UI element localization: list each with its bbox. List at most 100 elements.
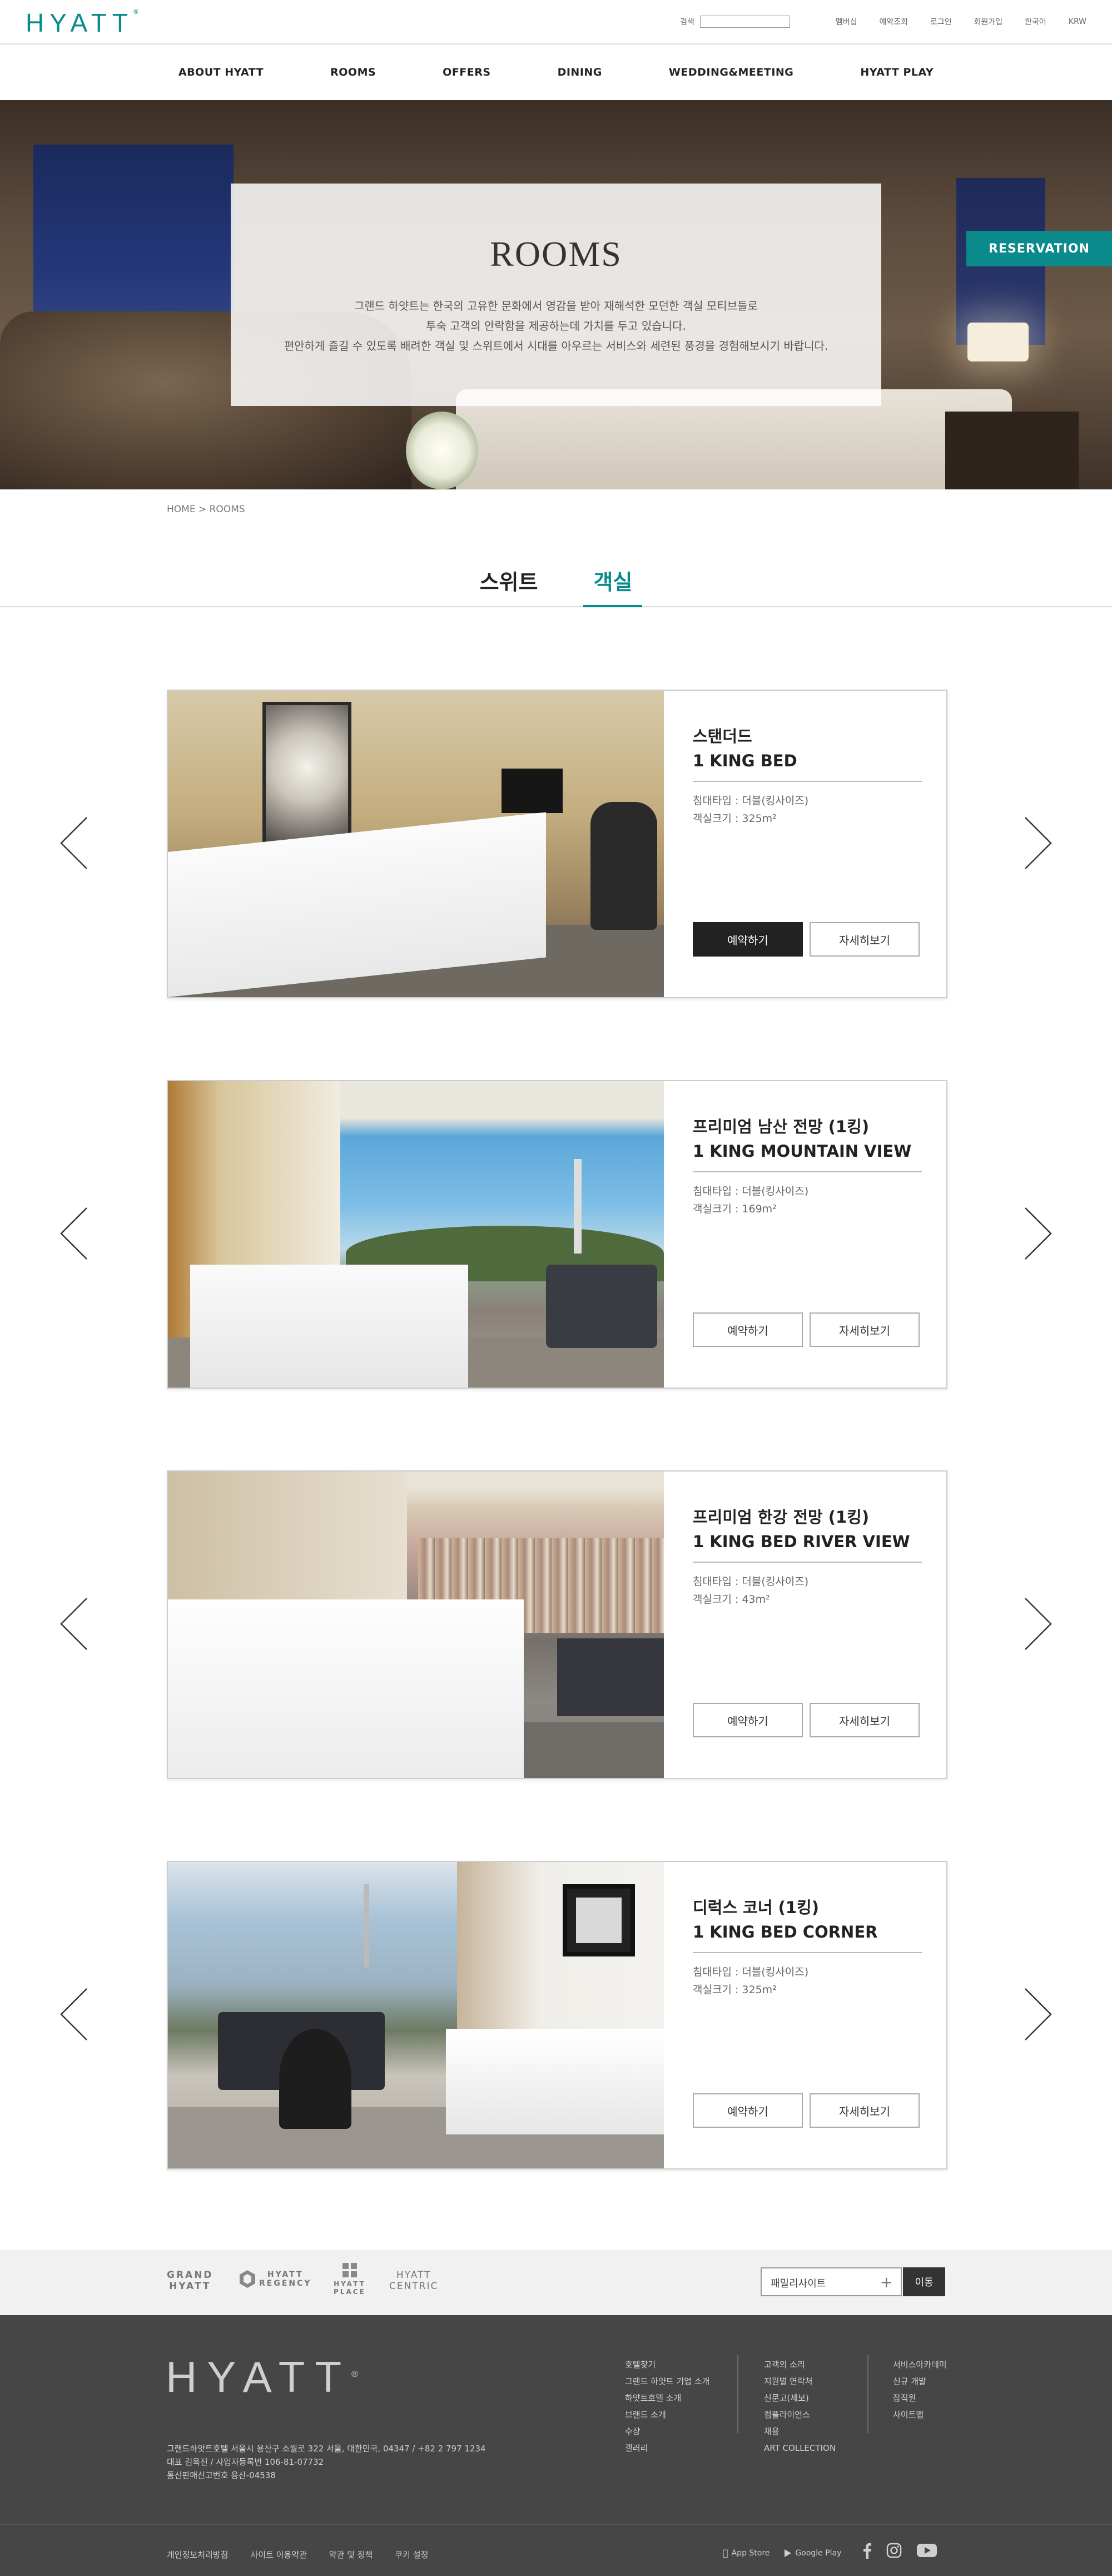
footer-hyatt-logo[interactable]: HYATT®	[166, 2352, 358, 2402]
footer-link[interactable]: 호텔찾기	[625, 2356, 709, 2373]
footer-link[interactable]: 서비스아카데미	[893, 2356, 947, 2373]
tab-rooms[interactable]: 객실	[583, 562, 643, 607]
search-input[interactable]	[699, 16, 790, 28]
footer-link[interactable]: 수상	[625, 2423, 709, 2440]
footer-link[interactable]: 신규 개발	[893, 2373, 947, 2390]
login-link[interactable]: 로그인	[930, 16, 952, 27]
plus-icon: +	[880, 2273, 893, 2291]
details-button[interactable]: 자세히보기	[810, 1312, 920, 1347]
reservation-button[interactable]: RESERVATION	[966, 231, 1112, 266]
address-line-1: 그랜드하얏트호텔 서울시 용산구 소월로 322 서울, 대한민국, 04347…	[167, 2444, 486, 2454]
book-button[interactable]: 예약하기	[693, 1703, 803, 1737]
family-site-go-button[interactable]: 이동	[903, 2267, 945, 2296]
details-button[interactable]: 자세히보기	[810, 922, 920, 957]
room-bed-type: 침대타입 : 더블(킹사이즈)	[693, 1576, 809, 1588]
breadcrumb: HOME > ROOMS	[167, 504, 245, 515]
footer-bottom-links: 개인정보처리방침 사이트 이용약관 약관 및 정책 쿠키 설정	[167, 2549, 450, 2560]
footer-link[interactable]: 컴플라이언스	[764, 2406, 836, 2423]
membership-link[interactable]: 멤버십	[836, 16, 857, 27]
footer-link[interactable]: 사이트맵	[893, 2406, 947, 2423]
currency-select[interactable]: KRW	[1069, 17, 1086, 26]
prev-arrow-icon[interactable]	[58, 1596, 91, 1652]
reservation-lookup-link[interactable]: 예약조회	[879, 16, 908, 27]
prev-arrow-icon[interactable]	[58, 1206, 91, 1261]
hyatt-logo[interactable]: HYATT®	[26, 8, 138, 38]
cookie-settings-link[interactable]: 쿠키 설정	[395, 2549, 428, 2560]
room-name-en: 1 KING BED	[693, 751, 797, 770]
footer-link[interactable]: 그랜드 하얏트 기업 소개	[625, 2373, 709, 2390]
youtube-icon[interactable]	[916, 2543, 937, 2558]
hero-desc-line-3: 편안하게 즐길 수 있도록 배려한 객실 및 스위트에서 시대를 아우르는 서비…	[284, 339, 828, 353]
google-play-link[interactable]: Google Play	[784, 2549, 841, 2558]
room-photo[interactable]	[168, 1472, 664, 1778]
hero-banner: ROOMS 그랜드 하얏트는 한국의 고유한 문화에서 영감을 받아 재해석한 …	[0, 100, 1112, 489]
terms-of-use-link[interactable]: 사이트 이용약관	[250, 2549, 306, 2560]
next-arrow-icon[interactable]	[1021, 1206, 1054, 1261]
app-store-links: App Store Google Play	[723, 2548, 856, 2558]
book-button[interactable]: 예약하기	[693, 2093, 803, 2128]
nav-rooms[interactable]: ROOMS	[330, 66, 376, 78]
language-select[interactable]: 한국어	[1025, 16, 1046, 27]
regency-hexagon-icon	[240, 2270, 255, 2288]
grand-hyatt-logo[interactable]: GRAND HYATT	[167, 2270, 214, 2292]
prev-arrow-icon[interactable]	[58, 1987, 91, 2042]
logo-text: HYATT	[26, 8, 133, 37]
footer-link[interactable]: ART COLLECTION	[764, 2440, 836, 2456]
nav-wedding-meeting[interactable]: WEDDING&MEETING	[669, 66, 794, 78]
signup-link[interactable]: 회원가입	[974, 16, 1003, 27]
book-button[interactable]: 예약하기	[693, 1312, 803, 1347]
footer-col-2: 고객의 소리 지원별 연락처 신문고(제보) 컴플라이언스 채용 ART COL…	[764, 2356, 836, 2456]
room-info: 디럭스 코너 (1킹) 1 KING BED CORNER 침대타입 : 더블(…	[693, 1895, 922, 1999]
footer-link[interactable]: 채용	[764, 2423, 836, 2440]
nav-hyatt-play[interactable]: HYATT PLAY	[860, 66, 934, 78]
family-site-label: 패밀리사이트	[771, 2278, 826, 2290]
room-photo[interactable]	[168, 1862, 664, 2168]
nav-dining[interactable]: DINING	[558, 66, 602, 78]
facebook-icon[interactable]	[862, 2542, 872, 2559]
tab-suite[interactable]: 스위트	[470, 562, 548, 607]
room-card: 디럭스 코너 (1킹) 1 KING BED CORNER 침대타입 : 더블(…	[167, 1861, 947, 2169]
footer-link[interactable]: 하얏트호텔 소개	[625, 2390, 709, 2406]
book-button[interactable]: 예약하기	[693, 922, 803, 957]
footer-link[interactable]: 고객의 소리	[764, 2356, 836, 2373]
footer-logo-text: HYATT	[166, 2352, 352, 2401]
nav-about-hyatt[interactable]: ABOUT HYATT	[178, 66, 264, 78]
details-button[interactable]: 자세히보기	[810, 1703, 920, 1737]
hero-description: 그랜드 하얏트는 한국의 고유한 문화에서 영감을 받아 재해석한 모던한 객실…	[231, 296, 881, 356]
next-arrow-icon[interactable]	[1021, 1987, 1054, 2042]
room-photo[interactable]	[168, 691, 664, 997]
policies-link[interactable]: 약관 및 정책	[329, 2549, 373, 2560]
privacy-policy-link[interactable]: 개인정보처리방침	[167, 2549, 228, 2560]
room-bed-type: 침대타입 : 더블(킹사이즈)	[693, 795, 809, 807]
hero-lamp	[967, 323, 1029, 361]
hyatt-place-logo[interactable]: HYATT PLACE	[334, 2262, 366, 2296]
hyatt-centric-logo[interactable]: HYATT CENTRIC	[389, 2270, 438, 2292]
next-arrow-icon[interactable]	[1021, 815, 1054, 871]
footer: HYATT® 그랜드하얏트호텔 서울시 용산구 소월로 322 서울, 대한민국…	[0, 2315, 1112, 2576]
room-info: 프리미엄 한강 전망 (1킹) 1 KING BED RIVER VIEW 침대…	[693, 1505, 922, 1608]
room-card: 스탠더드 1 KING BED 침대타입 : 더블(킹사이즈) 객실크기 : 3…	[167, 690, 947, 998]
room-actions: 예약하기 자세히보기	[693, 1312, 926, 1347]
hyatt-regency-logo[interactable]: HYATT REGENCY	[239, 2270, 312, 2288]
nav-offers[interactable]: OFFERS	[443, 66, 490, 78]
room-name-ko: 프리미엄 남산 전망 (1킹)	[693, 1117, 870, 1136]
family-site-select[interactable]: 패밀리사이트 +	[761, 2267, 902, 2296]
footer-link[interactable]: 신문고(제보)	[764, 2390, 836, 2406]
details-button[interactable]: 자세히보기	[810, 2093, 920, 2128]
footer-col-1: 호텔찾기 그랜드 하얏트 기업 소개 하얏트호텔 소개 브랜드 소개 수상 갤러…	[625, 2356, 709, 2456]
footer-link[interactable]: 잡직원	[893, 2390, 947, 2406]
prev-arrow-icon[interactable]	[58, 815, 91, 871]
room-photo[interactable]	[168, 1081, 664, 1388]
footer-link[interactable]: 브랜드 소개	[625, 2406, 709, 2423]
instagram-icon[interactable]	[886, 2543, 902, 2558]
room-card: 프리미엄 남산 전망 (1킹) 1 KING MOUNTAIN VIEW 침대타…	[167, 1080, 947, 1389]
next-arrow-icon[interactable]	[1021, 1596, 1054, 1652]
room-bed-type: 침대타입 : 더블(킹사이즈)	[693, 1966, 809, 1978]
footer-separator	[867, 2355, 868, 2433]
app-store-link[interactable]: App Store	[723, 2548, 770, 2558]
footer-col-3: 서비스아카데미 신규 개발 잡직원 사이트맵	[893, 2356, 947, 2423]
regency-logo-line1: HYATT	[267, 2270, 304, 2279]
footer-link[interactable]: 갤러리	[625, 2440, 709, 2456]
footer-link[interactable]: 지원별 연락처	[764, 2373, 836, 2390]
place-grid-icon	[342, 2263, 357, 2277]
